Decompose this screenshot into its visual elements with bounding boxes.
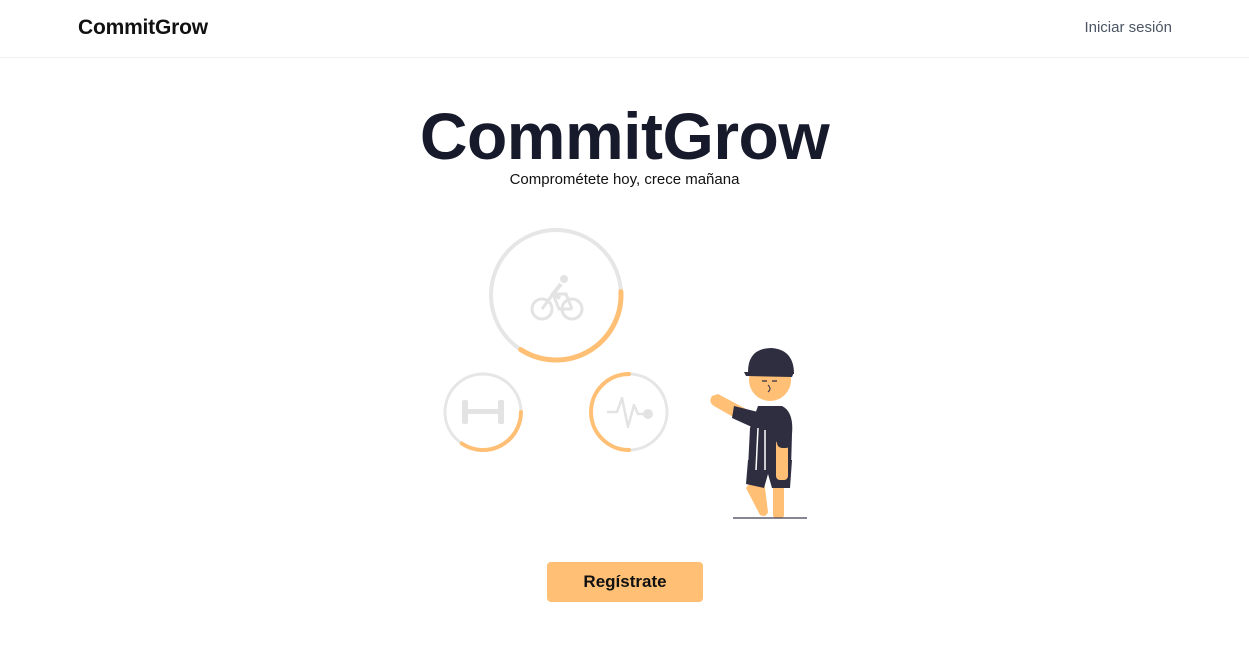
hero-title: CommitGrow <box>419 99 830 173</box>
brand-logo[interactable]: CommitGrow <box>78 16 208 40</box>
bicycle-icon <box>530 275 584 321</box>
strength-progress-ring <box>443 372 523 452</box>
person-figure <box>710 348 807 519</box>
dumbbell-icon <box>462 400 504 424</box>
health-progress-ring <box>589 372 669 452</box>
hero-illustration <box>443 228 807 519</box>
login-link[interactable]: Iniciar sesión <box>1084 19 1172 36</box>
hero-subtitle: Comprométete hoy, crece mañana <box>509 171 740 188</box>
heartbeat-icon <box>607 396 653 429</box>
cycling-progress-ring <box>489 228 624 363</box>
register-button[interactable]: Regístrate <box>547 562 703 602</box>
top-navbar: CommitGrow Iniciar sesión <box>0 0 1249 58</box>
